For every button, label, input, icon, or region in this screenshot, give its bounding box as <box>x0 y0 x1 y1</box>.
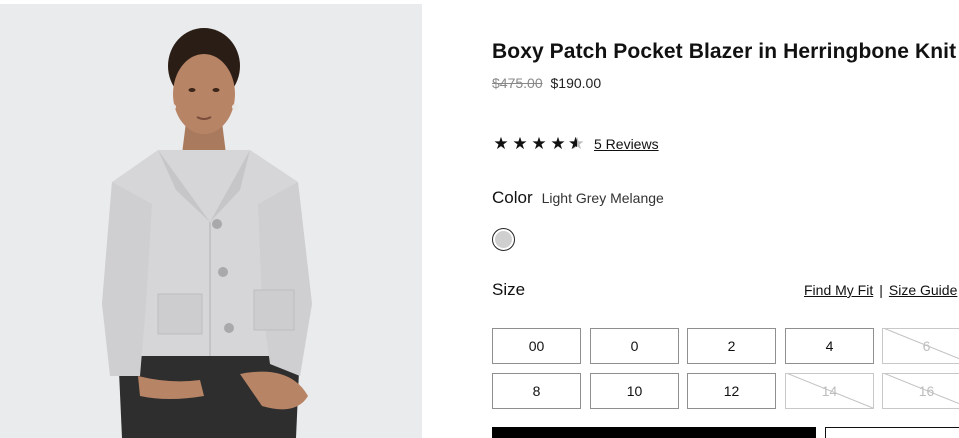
size-links: Find My Fit | Size Guide <box>804 282 957 298</box>
price-row: $475.00 $190.00 <box>492 75 601 91</box>
original-price: $475.00 <box>492 75 543 91</box>
color-swatch[interactable] <box>492 228 515 251</box>
size-label: Size <box>492 280 526 299</box>
half-star-icon: ★ <box>568 135 586 152</box>
size-option[interactable]: 14 <box>785 373 874 409</box>
star-icon: ★ <box>493 134 509 153</box>
product-image[interactable] <box>0 4 422 438</box>
size-option[interactable]: 6 <box>882 328 959 364</box>
find-my-fit-link[interactable]: Find My Fit <box>804 282 873 298</box>
star-icon: ★ <box>531 134 547 153</box>
selected-color-name: Light Grey Melange <box>541 190 664 206</box>
rating-row: ★ ★ ★ ★ ★ 5 Reviews <box>492 135 659 152</box>
reviews-link[interactable]: 5 Reviews <box>594 136 659 152</box>
size-option[interactable]: 00 <box>492 328 581 364</box>
color-label: Color <box>492 188 533 207</box>
link-separator: | <box>879 282 883 298</box>
color-row: Color Light Grey Melange <box>492 188 664 208</box>
star-icon: ★ <box>550 134 566 153</box>
size-option[interactable]: 8 <box>492 373 581 409</box>
star-rating: ★ ★ ★ ★ ★ <box>492 135 586 152</box>
sale-price: $190.00 <box>550 75 602 91</box>
product-title: Boxy Patch Pocket Blazer in Herringbone … <box>492 40 957 63</box>
secondary-action-button[interactable] <box>825 427 959 438</box>
swatch-fill <box>495 231 512 248</box>
star-icon: ★ <box>512 134 528 153</box>
size-option[interactable]: 4 <box>785 328 874 364</box>
size-option[interactable]: 10 <box>590 373 679 409</box>
add-to-bag-button[interactable] <box>492 427 816 438</box>
size-option[interactable]: 16 <box>882 373 959 409</box>
size-option[interactable]: 12 <box>687 373 776 409</box>
size-option[interactable]: 0 <box>590 328 679 364</box>
size-guide-link[interactable]: Size Guide <box>889 282 957 298</box>
size-option[interactable]: 2 <box>687 328 776 364</box>
